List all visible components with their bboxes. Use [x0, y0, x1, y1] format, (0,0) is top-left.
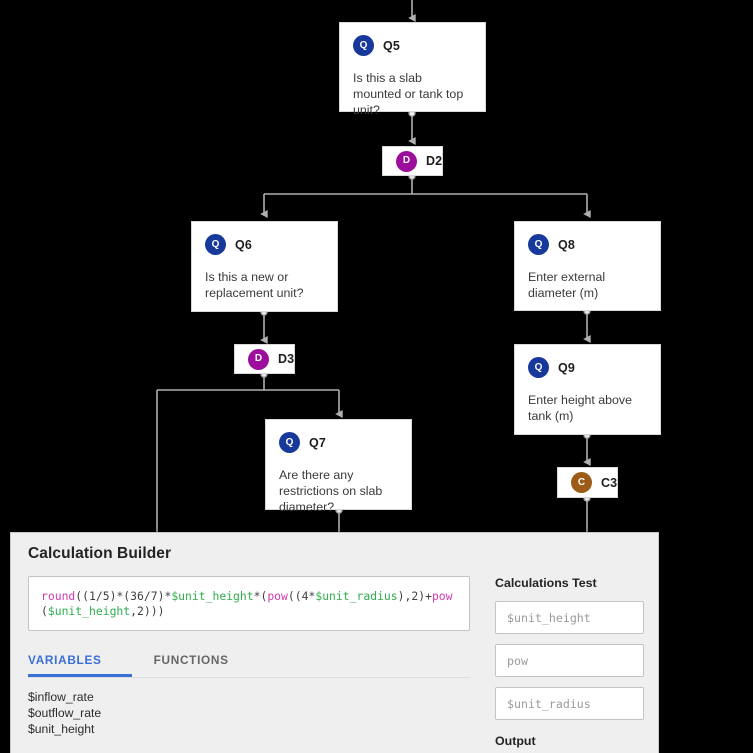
variable-item[interactable]: $inflow_rate [28, 689, 470, 705]
app-root: Q Q5 Is this a slab mounted or tank top … [0, 0, 753, 753]
node-header: Q Q7 [266, 420, 411, 453]
editor-tabs: VARIABLES FUNCTIONS [28, 653, 470, 678]
node-header: Q Q9 [515, 345, 660, 378]
node-code: D2 [426, 154, 443, 168]
node-code: Q7 [309, 435, 326, 450]
test-input-unit-height[interactable] [495, 601, 644, 634]
variable-item[interactable]: $outflow_rate [28, 705, 470, 721]
flow-node-q6[interactable]: Q Q6 Is this a new or replacement unit? [191, 221, 338, 312]
calculations-test-title: Calculations Test [495, 576, 597, 590]
node-code: Q9 [558, 360, 575, 375]
node-code: C3 [601, 475, 618, 490]
flow-node-c3[interactable]: C C3 [557, 467, 618, 498]
calculation-builder-panel: Calculation Builder round((1/5)*(36/7)*$… [10, 532, 659, 753]
decision-badge-icon: D [396, 150, 417, 172]
node-text: Is this a slab mounted or tank top unit? [353, 71, 464, 117]
calculation-badge-icon: C [571, 472, 592, 493]
formula-token-plain: ((4* [287, 589, 316, 603]
node-text: Is this a new or replacement unit? [205, 270, 304, 300]
node-header: C C3 [558, 468, 617, 497]
node-code: Q6 [235, 237, 252, 252]
tab-variables[interactable]: VARIABLES [28, 653, 132, 677]
question-badge-icon: Q [528, 234, 549, 255]
formula-token-var: $unit_height [171, 589, 254, 603]
decision-badge-icon: D [248, 348, 269, 370]
panel-title: Calculation Builder [28, 545, 172, 562]
formula-token-plain: ,2))) [130, 604, 165, 618]
formula-token-fn: pow [431, 589, 453, 603]
node-code: Q5 [383, 38, 400, 53]
test-input-pow[interactable] [495, 644, 644, 677]
question-badge-icon: Q [353, 35, 374, 56]
panel-columns: round((1/5)*(36/7)*$unit_height*(pow((4*… [11, 563, 658, 753]
flow-node-q8[interactable]: Q Q8 Enter external diameter (m) [514, 221, 661, 311]
formula-token-fn: round [41, 589, 76, 603]
tab-functions[interactable]: FUNCTIONS [132, 653, 251, 677]
node-header: Q Q8 [515, 222, 660, 255]
calculations-test-column: Calculations Test Output [487, 576, 658, 753]
node-header: Q Q6 [192, 222, 337, 255]
variable-item[interactable]: $unit_height [28, 721, 470, 737]
question-badge-icon: Q [205, 234, 226, 255]
flow-node-q9[interactable]: Q Q9 Enter height above tank (m) [514, 344, 661, 435]
question-badge-icon: Q [528, 357, 549, 378]
flow-node-q5[interactable]: Q Q5 Is this a slab mounted or tank top … [339, 22, 486, 117]
formula-text: round((1/5)*(36/7)*$unit_height*(pow((4*… [41, 589, 457, 619]
formula-token-plain: ((1/5)*(36/7)* [75, 589, 172, 603]
formula-token-var: $unit_radius [315, 589, 398, 603]
output-label: Output [495, 734, 536, 748]
formula-token-plain: ( [41, 604, 48, 618]
node-text: Enter height above tank (m) [528, 393, 633, 423]
formula-editor[interactable]: round((1/5)*(36/7)*$unit_height*(pow((4*… [28, 576, 470, 631]
variables-list: $inflow_rate $outflow_rate $unit_height [28, 689, 470, 737]
node-code: Q8 [558, 237, 575, 252]
formula-token-plain: ),2)+ [397, 589, 432, 603]
node-header: Q Q5 [340, 23, 485, 56]
node-text: Enter external diameter (m) [528, 270, 606, 300]
flow-node-q7[interactable]: Q Q7 Are there any restrictions on slab … [265, 419, 412, 514]
flow-node-d2[interactable]: D D2 [382, 146, 443, 176]
node-header: D D2 [383, 147, 442, 175]
formula-token-fn: pow [267, 589, 288, 603]
formula-column: round((1/5)*(36/7)*$unit_height*(pow((4*… [11, 576, 487, 753]
node-text: Are there any restrictions on slab diame… [279, 468, 383, 514]
question-badge-icon: Q [279, 432, 300, 453]
formula-token-var: $unit_height [47, 604, 131, 618]
flow-node-d3[interactable]: D D3 [234, 344, 295, 374]
node-header: D D3 [235, 345, 294, 373]
formula-token-plain: *( [253, 589, 268, 603]
node-code: D3 [278, 352, 295, 366]
test-input-unit-radius[interactable] [495, 687, 644, 720]
